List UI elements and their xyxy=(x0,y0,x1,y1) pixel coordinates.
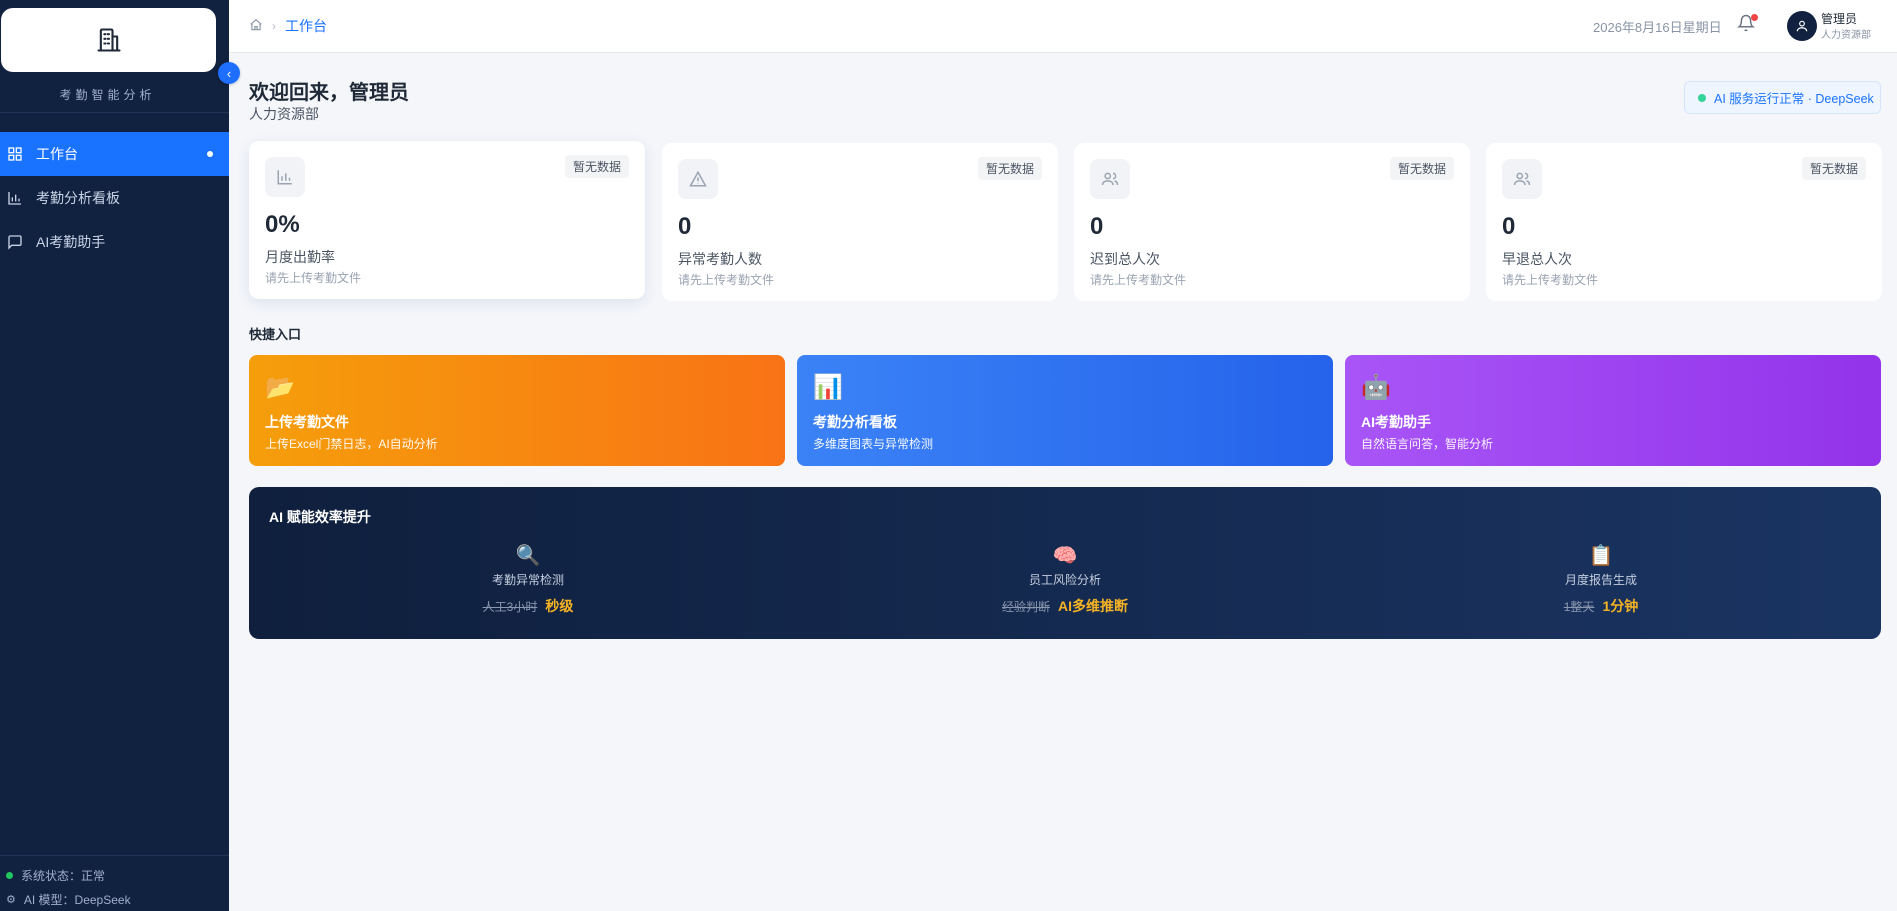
breadcrumb-current[interactable]: 工作台 xyxy=(285,16,327,36)
stat-card-late[interactable]: 暂无数据 0 迟到总人次 请先上传考勤文件 xyxy=(1074,143,1470,301)
feature-risk-analysis: 🧠 员工风险分析 经验判断 AI多维推断 xyxy=(915,543,1215,616)
stat-label: 迟到总人次 xyxy=(1090,251,1160,267)
page-title: 欢迎回来，管理员 xyxy=(249,82,409,104)
old-method: 1整天 xyxy=(1563,600,1595,614)
quick-card-desc: 多维度图表与异常检测 xyxy=(813,437,934,451)
sidebar-nav: 工作台 考勤分析看板 AI考勤助手 xyxy=(0,132,229,264)
feature-name: 员工风险分析 xyxy=(1028,573,1101,587)
stat-value: 0 xyxy=(678,213,692,240)
dashboard-icon xyxy=(6,145,24,163)
sidebar: 考勤智能分析 工作台 考勤分析看板 AI考勤助手 系统状态：正常 ⚙ AI 模型… xyxy=(0,0,229,911)
sidebar-item-label: 工作台 xyxy=(36,146,78,162)
stat-label: 早退总人次 xyxy=(1502,251,1572,267)
current-date: 2026年8月16日星期日 xyxy=(1593,20,1722,35)
status-badge: 暂无数据 xyxy=(977,157,1042,180)
topbar: › 工作台 2026年8月16日星期日 管理员 人力资源部 xyxy=(229,0,1897,53)
quick-card-desc: 自然语言问答，智能分析 xyxy=(1361,437,1494,451)
quick-card-title: 上传考勤文件 xyxy=(265,414,349,430)
stat-value: 0 xyxy=(1502,213,1516,240)
user-name[interactable]: 管理员 xyxy=(1821,10,1857,27)
home-icon[interactable] xyxy=(249,18,263,35)
sidebar-item-analytics[interactable]: 考勤分析看板 xyxy=(0,176,229,220)
chevron-right-icon: › xyxy=(272,19,276,33)
feature-report-generation: 📋 月度报告生成 1整天 1分钟 xyxy=(1451,543,1751,616)
brain-icon: 🧠 xyxy=(1052,545,1078,567)
divider xyxy=(0,855,229,856)
feature-comparison: 人工3小时 秒级 xyxy=(378,596,678,616)
sidebar-item-ai-assistant[interactable]: AI考勤助手 xyxy=(0,220,229,264)
quick-ai-assistant-card[interactable]: 🤖 AI考勤助手 自然语言问答，智能分析 xyxy=(1345,355,1881,466)
feature-anomaly-detection: 🔍 考勤异常检测 人工3小时 秒级 xyxy=(378,543,678,616)
stat-hint: 请先上传考勤文件 xyxy=(265,271,362,285)
bar-chart-icon xyxy=(6,189,24,207)
status-badge: 暂无数据 xyxy=(1389,157,1454,180)
chart-icon: 📊 xyxy=(813,374,843,401)
old-method: 经验判断 xyxy=(1001,600,1050,614)
feature-comparison: 1整天 1分钟 xyxy=(1451,596,1751,616)
sidebar-item-label: AI考勤助手 xyxy=(36,234,106,250)
stat-value: 0% xyxy=(265,211,300,238)
active-indicator xyxy=(207,151,213,157)
system-status-text: 系统状态：正常 xyxy=(21,869,106,883)
stat-hint: 请先上传考勤文件 xyxy=(1090,273,1187,287)
quick-analytics-card[interactable]: 📊 考勤分析看板 多维度图表与异常检测 xyxy=(797,355,1333,466)
feature-comparison: 经验判断 AI多维推断 xyxy=(915,596,1215,616)
avatar[interactable] xyxy=(1787,11,1817,41)
stat-hint: 请先上传考勤文件 xyxy=(1502,273,1599,287)
chat-icon xyxy=(6,233,24,251)
logo-subtitle: 考勤智能分析 xyxy=(59,88,156,102)
feature-name: 考勤异常检测 xyxy=(491,573,564,587)
divider xyxy=(0,112,229,113)
logo[interactable] xyxy=(1,8,216,72)
new-method: 1分钟 xyxy=(1602,598,1639,614)
folder-icon: 📂 xyxy=(265,374,295,401)
warning-icon xyxy=(678,159,718,199)
panel-title: AI 赋能效率提升 xyxy=(269,509,371,525)
sidebar-item-label: 考勤分析看板 xyxy=(36,190,120,206)
users-icon xyxy=(1090,159,1130,199)
stat-card-attendance-rate[interactable]: 暂无数据 0% 月度出勤率 请先上传考勤文件 xyxy=(249,141,645,299)
page-subtitle: 人力资源部 xyxy=(249,106,319,122)
stat-label: 异常考勤人数 xyxy=(678,251,762,267)
clipboard-icon: 📋 xyxy=(1588,545,1614,567)
ai-efficiency-panel: AI 赋能效率提升 🔍 考勤异常检测 人工3小时 秒级 🧠 员工风险分析 经验判… xyxy=(249,487,1881,639)
collapse-sidebar-button[interactable]: ‹ xyxy=(218,62,240,84)
new-method: AI多维推断 xyxy=(1058,598,1128,614)
stat-card-abnormal[interactable]: 暂无数据 0 异常考勤人数 请先上传考勤文件 xyxy=(662,143,1058,301)
quick-upload-card[interactable]: 📂 上传考勤文件 上传Excel门禁日志，AI自动分析 xyxy=(249,355,785,466)
stat-label: 月度出勤率 xyxy=(265,249,335,265)
stat-value: 0 xyxy=(1090,213,1104,240)
stat-hint: 请先上传考勤文件 xyxy=(678,273,775,287)
users-icon xyxy=(1502,159,1542,199)
ai-status-text: AI 服务运行正常 · DeepSeek xyxy=(1714,92,1874,106)
chevron-left-icon: ‹ xyxy=(226,65,232,81)
robot-icon: 🤖 xyxy=(1361,374,1391,401)
building-icon xyxy=(96,28,121,52)
bar-chart-icon xyxy=(265,157,305,197)
quick-card-title: AI考勤助手 xyxy=(1361,414,1431,430)
user-icon xyxy=(1796,20,1808,32)
system-status: 系统状态：正常 xyxy=(6,867,105,884)
status-badge: 暂无数据 xyxy=(1801,157,1866,180)
breadcrumb: › 工作台 xyxy=(249,16,327,36)
user-dept: 人力资源部 xyxy=(1821,30,1871,41)
notification-badge xyxy=(1751,14,1758,21)
status-badge: 暂无数据 xyxy=(564,155,629,178)
old-method: 人工3小时 xyxy=(482,600,538,614)
status-dot-icon xyxy=(6,872,13,879)
feature-name: 月度报告生成 xyxy=(1564,573,1637,587)
section-title-quick: 快捷入口 xyxy=(249,327,302,342)
ai-status-badge: AI 服务运行正常 · DeepSeek xyxy=(1684,81,1881,114)
gear-icon: ⚙ xyxy=(6,894,16,906)
ai-model-status: ⚙ AI 模型：DeepSeek xyxy=(6,891,131,908)
quick-card-desc: 上传Excel门禁日志，AI自动分析 xyxy=(265,437,438,451)
sidebar-item-dashboard[interactable]: 工作台 xyxy=(0,132,229,176)
quick-card-title: 考勤分析看板 xyxy=(813,414,897,430)
ai-model-text: AI 模型：DeepSeek xyxy=(23,893,131,907)
stat-card-early-leave[interactable]: 暂无数据 0 早退总人次 请先上传考勤文件 xyxy=(1486,143,1882,301)
new-method: 秒级 xyxy=(545,598,574,614)
notification-bell-icon[interactable] xyxy=(1736,14,1759,36)
magnifier-icon: 🔍 xyxy=(515,545,541,567)
status-dot-icon xyxy=(1698,93,1706,102)
